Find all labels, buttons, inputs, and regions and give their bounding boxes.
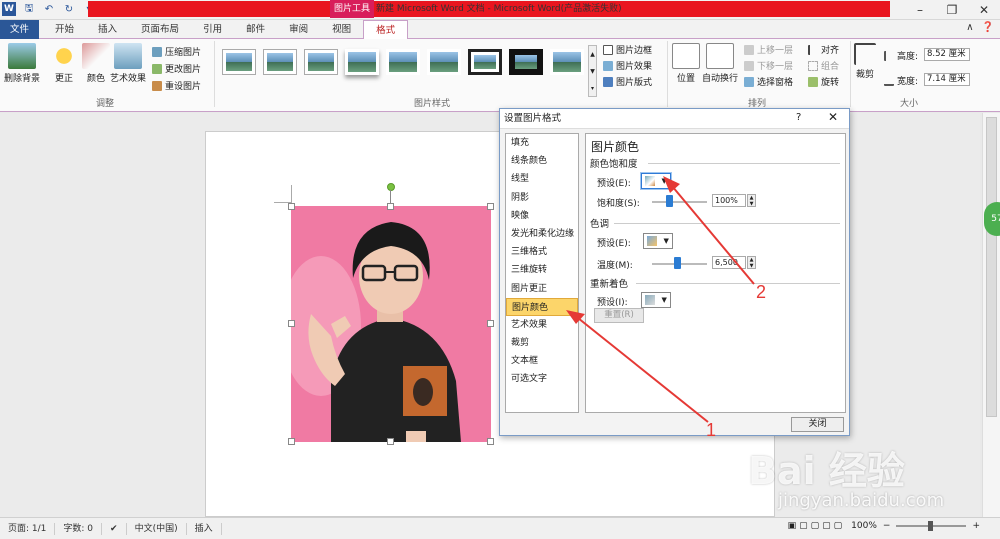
annotation-number-2: 2	[756, 282, 767, 302]
view-buttons[interactable]: ▣▢▢▢▢	[788, 521, 846, 531]
annotation-arrowhead-2	[663, 176, 680, 193]
insert-mode-indicator[interactable]: 插入	[187, 522, 222, 535]
zoom-out-icon[interactable]: −	[883, 521, 891, 531]
zoom-slider[interactable]	[896, 521, 967, 531]
baidu-watermark-url: jingyan.baidu.com	[778, 490, 945, 511]
zoom-controls: ▣▢▢▢▢ 100% − +	[788, 521, 980, 531]
zoom-in-icon[interactable]: +	[972, 521, 980, 531]
annotation-number-1: 1	[706, 420, 717, 440]
annotation-arrow-1	[577, 317, 709, 423]
word-count[interactable]: 字数: 0	[55, 522, 103, 535]
page-count[interactable]: 页面: 1/1	[0, 522, 56, 535]
proofing-icon[interactable]: ✔	[102, 522, 127, 535]
baidu-watermark: Bai 经验	[748, 449, 905, 493]
language-indicator[interactable]: 中文(中国)	[127, 522, 187, 535]
zoom-level[interactable]: 100%	[851, 521, 877, 531]
annotation-arrow-2	[671, 185, 755, 285]
